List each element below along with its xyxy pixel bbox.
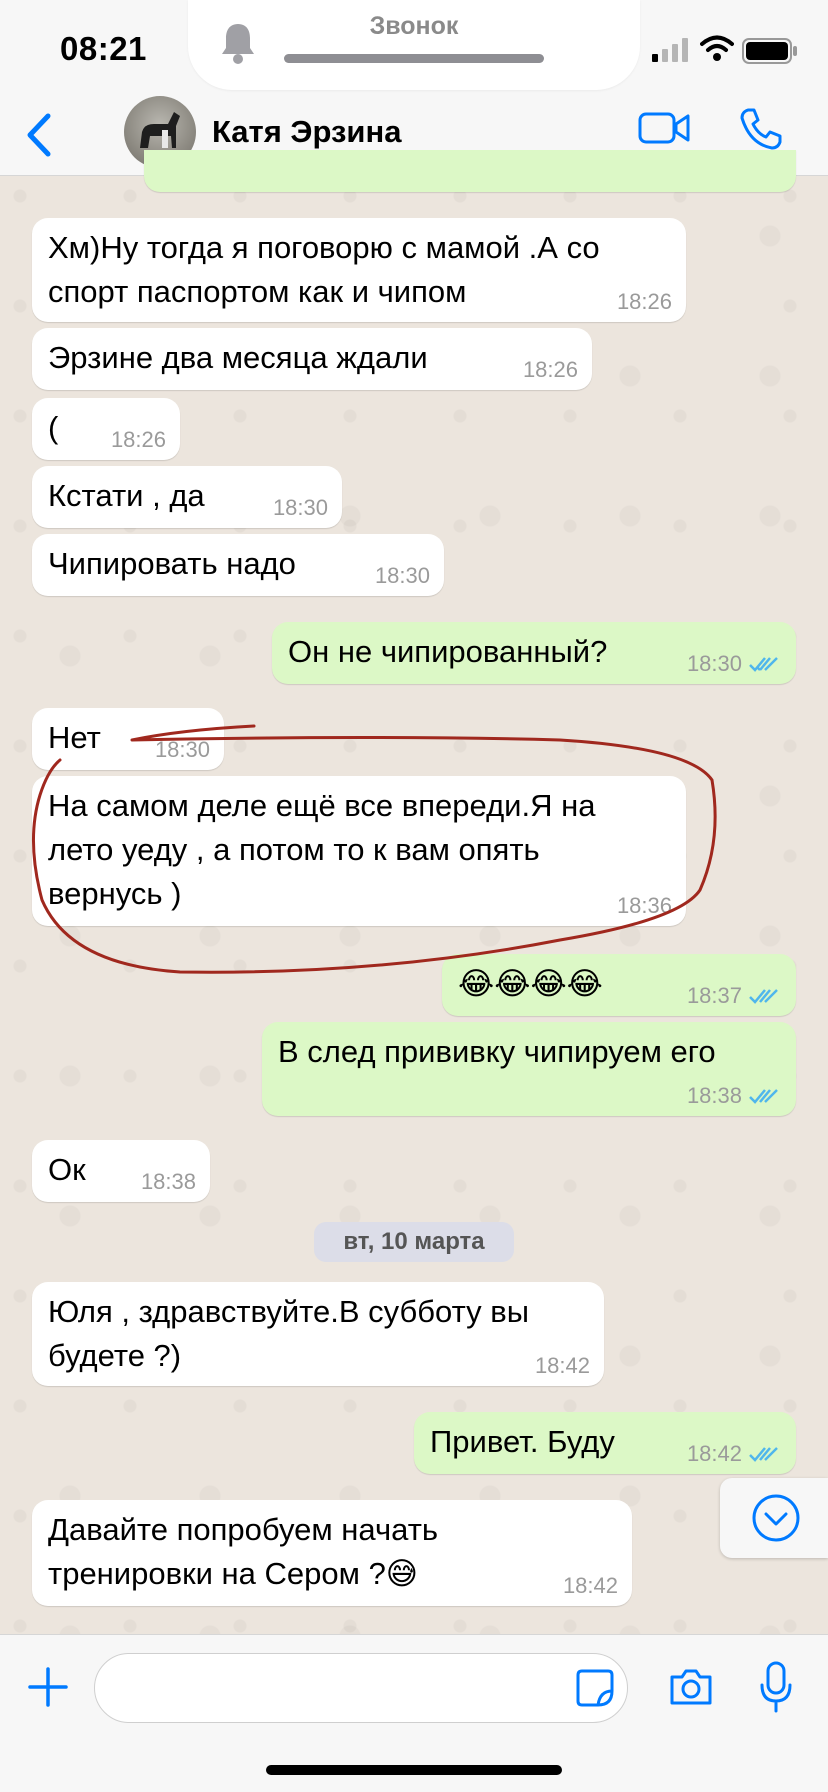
message-bubble[interactable]: 😂😂😂😂 18:37 bbox=[442, 954, 796, 1016]
message-time: 18:26 bbox=[110, 427, 166, 452]
call-label: Звонок bbox=[369, 12, 459, 40]
scroll-to-bottom-button[interactable] bbox=[720, 1478, 828, 1558]
message-bubble[interactable]: В след прививку чипируем его 18:38 bbox=[262, 1022, 796, 1116]
message-time: 18:42 bbox=[534, 1353, 590, 1378]
read-ticks-icon bbox=[749, 1447, 778, 1462]
chevron-down-circle-icon bbox=[752, 1494, 800, 1542]
wifi-icon bbox=[700, 35, 734, 61]
message-time: 18:42 bbox=[686, 1441, 742, 1466]
input-bar bbox=[0, 1634, 828, 1792]
message-bubble[interactable]: Ок 18:38 bbox=[32, 1140, 210, 1202]
message-text: Хм)Ну тогда я поговорю с мамой .А со спо… bbox=[48, 230, 600, 309]
ongoing-call-pill[interactable]: Звонок bbox=[188, 0, 640, 90]
message-time: 18:42 bbox=[562, 1573, 618, 1598]
message-text: Юля , здравствуйте.В субботу вы будете ?… bbox=[48, 1294, 529, 1373]
camera-icon[interactable] bbox=[668, 1667, 714, 1707]
message-bubble[interactable]: Кстати , да 18:30 bbox=[32, 466, 342, 528]
sticker-icon[interactable] bbox=[574, 1667, 616, 1709]
message-time: 18:30 bbox=[154, 737, 210, 762]
message-bubble[interactable]: Давайте попробуем начать тренировки на С… bbox=[32, 1500, 632, 1606]
message-bubble[interactable]: Юля , здравствуйте.В субботу вы будете ?… bbox=[32, 1282, 604, 1386]
message-time: 18:26 bbox=[522, 357, 578, 382]
message-bubble[interactable]: Чипировать надо 18:30 bbox=[32, 534, 444, 596]
read-ticks-icon bbox=[749, 1089, 778, 1104]
home-indicator bbox=[266, 1765, 562, 1775]
plus-icon[interactable] bbox=[26, 1665, 70, 1709]
message-bubble[interactable]: Хм)Ну тогда я поговорю с мамой .А со спо… bbox=[32, 218, 686, 322]
message-time: 18:30 bbox=[374, 563, 430, 588]
microphone-icon[interactable] bbox=[758, 1661, 794, 1713]
contact-name[interactable]: Катя Эрзина bbox=[212, 114, 401, 150]
message-text: В след прививку чипируем его bbox=[278, 1034, 716, 1069]
battery-icon bbox=[742, 38, 797, 64]
date-divider: вт, 10 марта bbox=[314, 1222, 514, 1262]
message-text: Эрзине два месяца ждали bbox=[48, 340, 428, 375]
status-bar: 08:21 Звонок bbox=[0, 0, 828, 96]
message-time: 18:37 bbox=[686, 983, 742, 1008]
read-ticks-icon bbox=[749, 989, 778, 1004]
call-progress-bar bbox=[284, 54, 544, 63]
video-call-icon[interactable] bbox=[638, 110, 690, 146]
signal-icon bbox=[652, 38, 688, 62]
message-text: Давайте попробуем начать тренировки на С… bbox=[48, 1512, 439, 1591]
message-time: 18:30 bbox=[686, 651, 742, 676]
partial-message-bubble bbox=[144, 150, 796, 192]
message-input[interactable] bbox=[94, 1653, 628, 1723]
message-bubble[interactable]: Он не чипированный? 18:30 bbox=[272, 622, 796, 684]
message-bubble[interactable]: На самом деле ещё все впереди.Я на лето … bbox=[32, 776, 686, 926]
message-text: На самом деле ещё все впереди.Я на лето … bbox=[48, 788, 596, 911]
message-time: 18:30 bbox=[272, 495, 328, 520]
status-time: 08:21 bbox=[60, 30, 147, 67]
message-time: 18:38 bbox=[140, 1169, 196, 1194]
back-chevron-icon[interactable] bbox=[24, 110, 54, 160]
message-time: 18:26 bbox=[616, 289, 672, 314]
voice-call-icon[interactable] bbox=[738, 106, 784, 152]
message-time: 18:38 bbox=[686, 1083, 742, 1108]
message-text: Чипировать надо bbox=[48, 546, 296, 581]
message-bubble[interactable]: Нет 18:30 bbox=[32, 708, 224, 770]
message-time: 18:36 bbox=[616, 893, 672, 918]
read-ticks-icon bbox=[749, 657, 778, 672]
message-bubble[interactable]: Эрзине два месяца ждали 18:26 bbox=[32, 328, 592, 390]
message-bubble[interactable]: ( 18:26 bbox=[32, 398, 180, 460]
message-bubble[interactable]: Привет. Буду 18:42 bbox=[414, 1412, 796, 1474]
